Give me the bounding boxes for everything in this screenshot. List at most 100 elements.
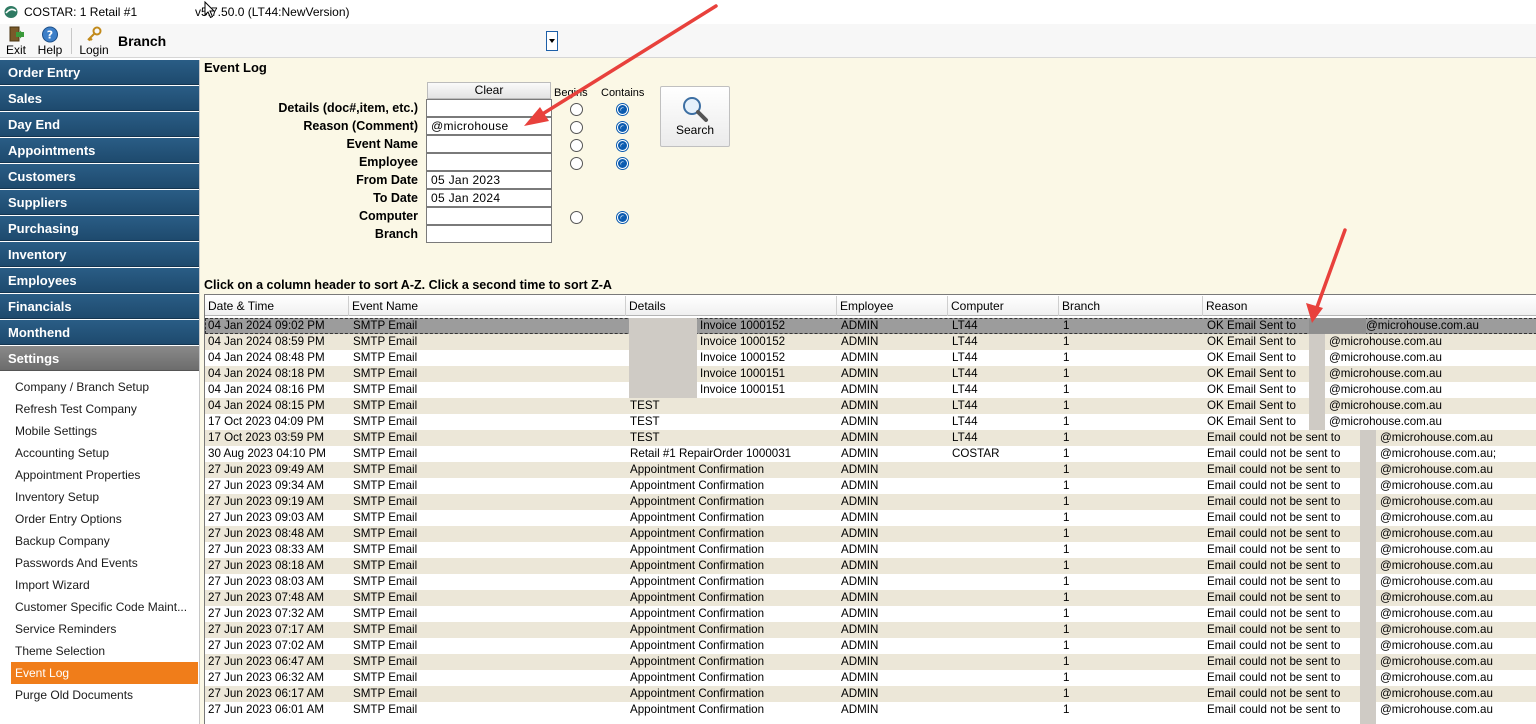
cell-branch: 1	[1063, 431, 1070, 444]
table-row[interactable]: 27 Jun 2023 09:03 AM SMTP Email Appointmen…	[205, 510, 1536, 526]
table-row[interactable]: 27 Jun 2023 08:33 AM SMTP Email Appointmen…	[205, 542, 1536, 558]
employee-begins-radio[interactable]	[570, 157, 583, 170]
settings-item-company-branch-setup[interactable]: Company / Branch Setup	[0, 376, 199, 398]
computer-label: Computer	[358, 209, 418, 223]
nav-customers[interactable]: Customers	[0, 164, 199, 189]
table-row[interactable]: 04 Jan 2024 08:59 PM SMTP Email Invoice 10…	[205, 334, 1536, 350]
event-log-grid: Date & Time Event Name Details Employee …	[204, 294, 1536, 724]
employee-contains-radio[interactable]	[616, 157, 629, 170]
table-row[interactable]: 27 Jun 2023 06:32 AM SMTP Email Appointmen…	[205, 670, 1536, 686]
settings-item-refresh-test-company[interactable]: Refresh Test Company	[0, 398, 199, 420]
nav-settings[interactable]: Settings	[0, 346, 199, 371]
table-row[interactable]: 27 Jun 2023 08:18 AM SMTP Email Appointmen…	[205, 558, 1536, 574]
details-begins-radio[interactable]	[570, 103, 583, 116]
nav-sales[interactable]: Sales	[0, 86, 199, 111]
table-row[interactable]: 27 Jun 2023 08:03 AM SMTP Email Appointmen…	[205, 574, 1536, 590]
table-row[interactable]: 30 Aug 2023 04:10 PM SMTP Email Retail #1 …	[205, 446, 1536, 462]
help-label: Help	[37, 43, 63, 57]
login-button[interactable]: Login	[78, 24, 110, 57]
column-header-branch[interactable]: Branch	[1059, 296, 1203, 316]
table-row[interactable]: 17 Oct 2023 04:09 PM SMTP Email TEST ADMIN L…	[205, 414, 1536, 430]
settings-item-import-wizard[interactable]: Import Wizard	[0, 574, 199, 596]
column-header-employee[interactable]: Employee	[837, 296, 948, 316]
table-row[interactable]: 27 Jun 2023 08:48 AM SMTP Email Appointmen…	[205, 526, 1536, 542]
settings-item-event-log[interactable]: Event Log	[11, 662, 198, 684]
help-button[interactable]: ? Help	[36, 24, 64, 57]
settings-item-appointment-properties[interactable]: Appointment Properties	[0, 464, 199, 486]
nav-inventory[interactable]: Inventory	[0, 242, 199, 267]
nav-monthend[interactable]: Monthend	[0, 320, 199, 345]
nav-day-end[interactable]: Day End	[0, 112, 199, 137]
settings-item-service-reminders[interactable]: Service Reminders	[0, 618, 199, 640]
settings-item-purge-old-documents[interactable]: Purge Old Documents	[0, 684, 199, 706]
cell-employee: ADMIN	[841, 623, 879, 636]
settings-item-inventory-setup[interactable]: Inventory Setup	[0, 486, 199, 508]
to-date-field[interactable]: 05 Jan 2024	[426, 189, 552, 207]
table-row[interactable]: 27 Jun 2023 07:17 AM SMTP Email Appointmen…	[205, 622, 1536, 638]
nav-purchasing[interactable]: Purchasing	[0, 216, 199, 241]
search-button[interactable]: Search	[660, 86, 730, 147]
column-header-details[interactable]: Details	[626, 296, 837, 316]
nav-order-entry[interactable]: Order Entry	[0, 60, 199, 85]
cell-branch: 1	[1063, 335, 1070, 348]
computer-contains-radio[interactable]	[616, 211, 629, 224]
cell-details: Appointment Confirmation	[630, 511, 765, 524]
reason-field[interactable]: @microhouse	[426, 117, 552, 135]
nav-suppliers[interactable]: Suppliers	[0, 190, 199, 215]
settings-item-mobile-settings[interactable]: Mobile Settings	[0, 420, 199, 442]
cell-employee: ADMIN	[841, 575, 879, 588]
settings-item-order-entry-options[interactable]: Order Entry Options	[0, 508, 199, 530]
nav-financials[interactable]: Financials	[0, 294, 199, 319]
nav-employees[interactable]: Employees	[0, 268, 199, 293]
branch-filter-field[interactable]	[426, 225, 552, 243]
reason-begins-radio[interactable]	[570, 121, 583, 134]
column-header-event-name[interactable]: Event Name	[349, 296, 626, 316]
event-name-begins-radio[interactable]	[570, 139, 583, 152]
table-row[interactable]: 17 Oct 2023 03:59 PM SMTP Email TEST ADMIN L…	[205, 430, 1536, 446]
column-header-computer[interactable]: Computer	[948, 296, 1059, 316]
exit-button[interactable]: Exit	[4, 24, 28, 57]
settings-item-theme-selection[interactable]: Theme Selection	[0, 640, 199, 662]
table-row[interactable]: 27 Jun 2023 09:19 AM SMTP Email Appointmen…	[205, 494, 1536, 510]
table-row[interactable]: 27 Jun 2023 09:34 AM SMTP Email Appointmen…	[205, 478, 1536, 494]
cell-details: Appointment Confirmation	[630, 495, 765, 508]
table-row[interactable]: 04 Jan 2024 08:48 PM SMTP Email Invoice 10…	[205, 350, 1536, 366]
event-name-field[interactable]	[426, 135, 552, 153]
nav-appointments[interactable]: Appointments	[0, 138, 199, 163]
settings-item-passwords-and-events[interactable]: Passwords And Events	[0, 552, 199, 574]
settings-item-customer-specific-code[interactable]: Customer Specific Code Maint...	[0, 596, 199, 618]
employee-label: Employee	[358, 155, 418, 169]
table-row[interactable]: 27 Jun 2023 07:32 AM SMTP Email Appointmen…	[205, 606, 1536, 622]
cell-reason-email-domain: @microhouse.com.au	[1380, 543, 1493, 556]
table-row[interactable]: 27 Jun 2023 07:48 AM SMTP Email Appointmen…	[205, 590, 1536, 606]
cell-reason-email-domain: @microhouse.com.au	[1380, 463, 1493, 476]
column-header-reason[interactable]: Reason	[1203, 296, 1536, 316]
cell-date-time: 27 Jun 2023 08:48 AM	[208, 527, 325, 540]
cell-branch: 1	[1063, 575, 1070, 588]
table-row[interactable]: 27 Jun 2023 07:02 AM SMTP Email Appointmen…	[205, 638, 1536, 654]
table-row[interactable]: 27 Jun 2023 09:49 AM SMTP Email Appointmen…	[205, 462, 1536, 478]
computer-field[interactable]	[426, 207, 552, 225]
table-row[interactable]: 04 Jan 2024 08:15 PM SMTP Email TEST ADMIN L…	[205, 398, 1536, 414]
cell-date-time: 27 Jun 2023 06:01 AM	[208, 703, 325, 716]
employee-field[interactable]	[426, 153, 552, 171]
table-row[interactable]: 27 Jun 2023 06:01 AM SMTP Email Appointmen…	[205, 702, 1536, 718]
settings-item-accounting-setup[interactable]: Accounting Setup	[0, 442, 199, 464]
table-row[interactable]: 04 Jan 2024 08:18 PM SMTP Email Invoice 10…	[205, 366, 1536, 382]
branch-dropdown-button[interactable]	[546, 31, 558, 51]
table-row[interactable]: 27 Jun 2023 06:47 AM SMTP Email Appointmen…	[205, 654, 1536, 670]
column-header-date-time[interactable]: Date & Time	[205, 296, 349, 316]
reason-contains-radio[interactable]	[616, 121, 629, 134]
details-contains-radio[interactable]	[616, 103, 629, 116]
event-name-contains-radio[interactable]	[616, 139, 629, 152]
table-row[interactable]: 27 Jun 2023 06:17 AM SMTP Email Appointmen…	[205, 686, 1536, 702]
from-date-field[interactable]: 05 Jan 2023	[426, 171, 552, 189]
settings-item-backup-company[interactable]: Backup Company	[0, 530, 199, 552]
grid-body: 04 Jan 2024 09:02 PM SMTP Email Invoice 10…	[205, 318, 1536, 718]
cell-reason-email-domain: @microhouse.com.au	[1380, 623, 1493, 636]
details-field[interactable]	[426, 99, 552, 117]
computer-begins-radio[interactable]	[570, 211, 583, 224]
exit-icon	[9, 26, 24, 42]
table-row[interactable]: 04 Jan 2024 08:16 PM SMTP Email Invoice 10…	[205, 382, 1536, 398]
clear-button[interactable]: Clear	[427, 82, 551, 99]
